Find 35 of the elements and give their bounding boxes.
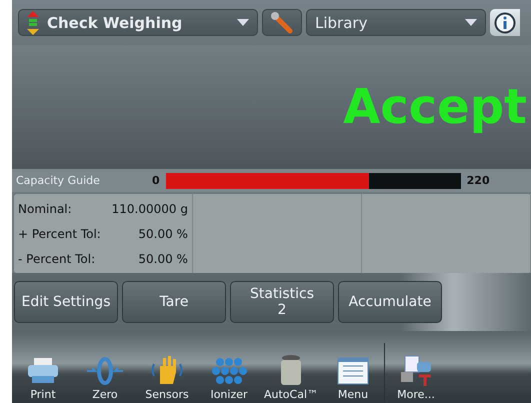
toolbar-item[interactable]: Menu — [322, 356, 384, 403]
capacity-max: 220 — [466, 174, 491, 187]
mode-dropdown[interactable]: Check Weighing — [18, 9, 258, 36]
list-icon — [336, 356, 370, 386]
toolbar-item[interactable]: More... — [385, 354, 447, 403]
library-dropdown[interactable]: Library — [306, 9, 486, 36]
toolbar-item[interactable]: AutoCal™ — [260, 354, 322, 403]
parameter-value: 50.00 % — [138, 226, 188, 240]
action-button[interactable]: Tare — [122, 281, 226, 323]
hand-icon — [149, 354, 185, 386]
caret-icon — [465, 19, 477, 26]
parameter-label: - Percent Tol: — [18, 252, 96, 266]
caret-icon — [237, 19, 249, 26]
action-button[interactable]: Edit Settings — [14, 281, 118, 323]
printer-icon — [26, 356, 60, 386]
toolbar-item[interactable]: Ionizer — [198, 356, 260, 403]
parameter-value: 50.00 % — [138, 252, 188, 266]
parameter-label: + Percent Tol: — [18, 226, 101, 240]
parameter-value: 110.00000 g — [112, 202, 188, 216]
result-text: Accept — [343, 79, 527, 135]
capacity-min: 0 — [151, 174, 161, 187]
action-button[interactable]: Accumulate — [338, 281, 442, 323]
traffic-arrows-icon — [27, 10, 39, 34]
action-button[interactable]: Statistics 2 — [230, 281, 334, 323]
zero-arrows-icon — [86, 356, 124, 386]
wrench-icon — [270, 10, 294, 34]
ions-icon — [210, 356, 248, 386]
parameter-label: Nominal: — [18, 202, 72, 216]
capacity-guide-label: Capacity Guide — [15, 174, 101, 187]
info-icon — [494, 12, 516, 34]
toolbar-item[interactable]: Zero — [74, 356, 136, 403]
wrench-button[interactable] — [262, 9, 302, 36]
toolbar-item[interactable]: Sensors — [136, 354, 198, 403]
info-button[interactable] — [490, 9, 520, 36]
toolbar-item[interactable]: Print — [12, 356, 74, 403]
